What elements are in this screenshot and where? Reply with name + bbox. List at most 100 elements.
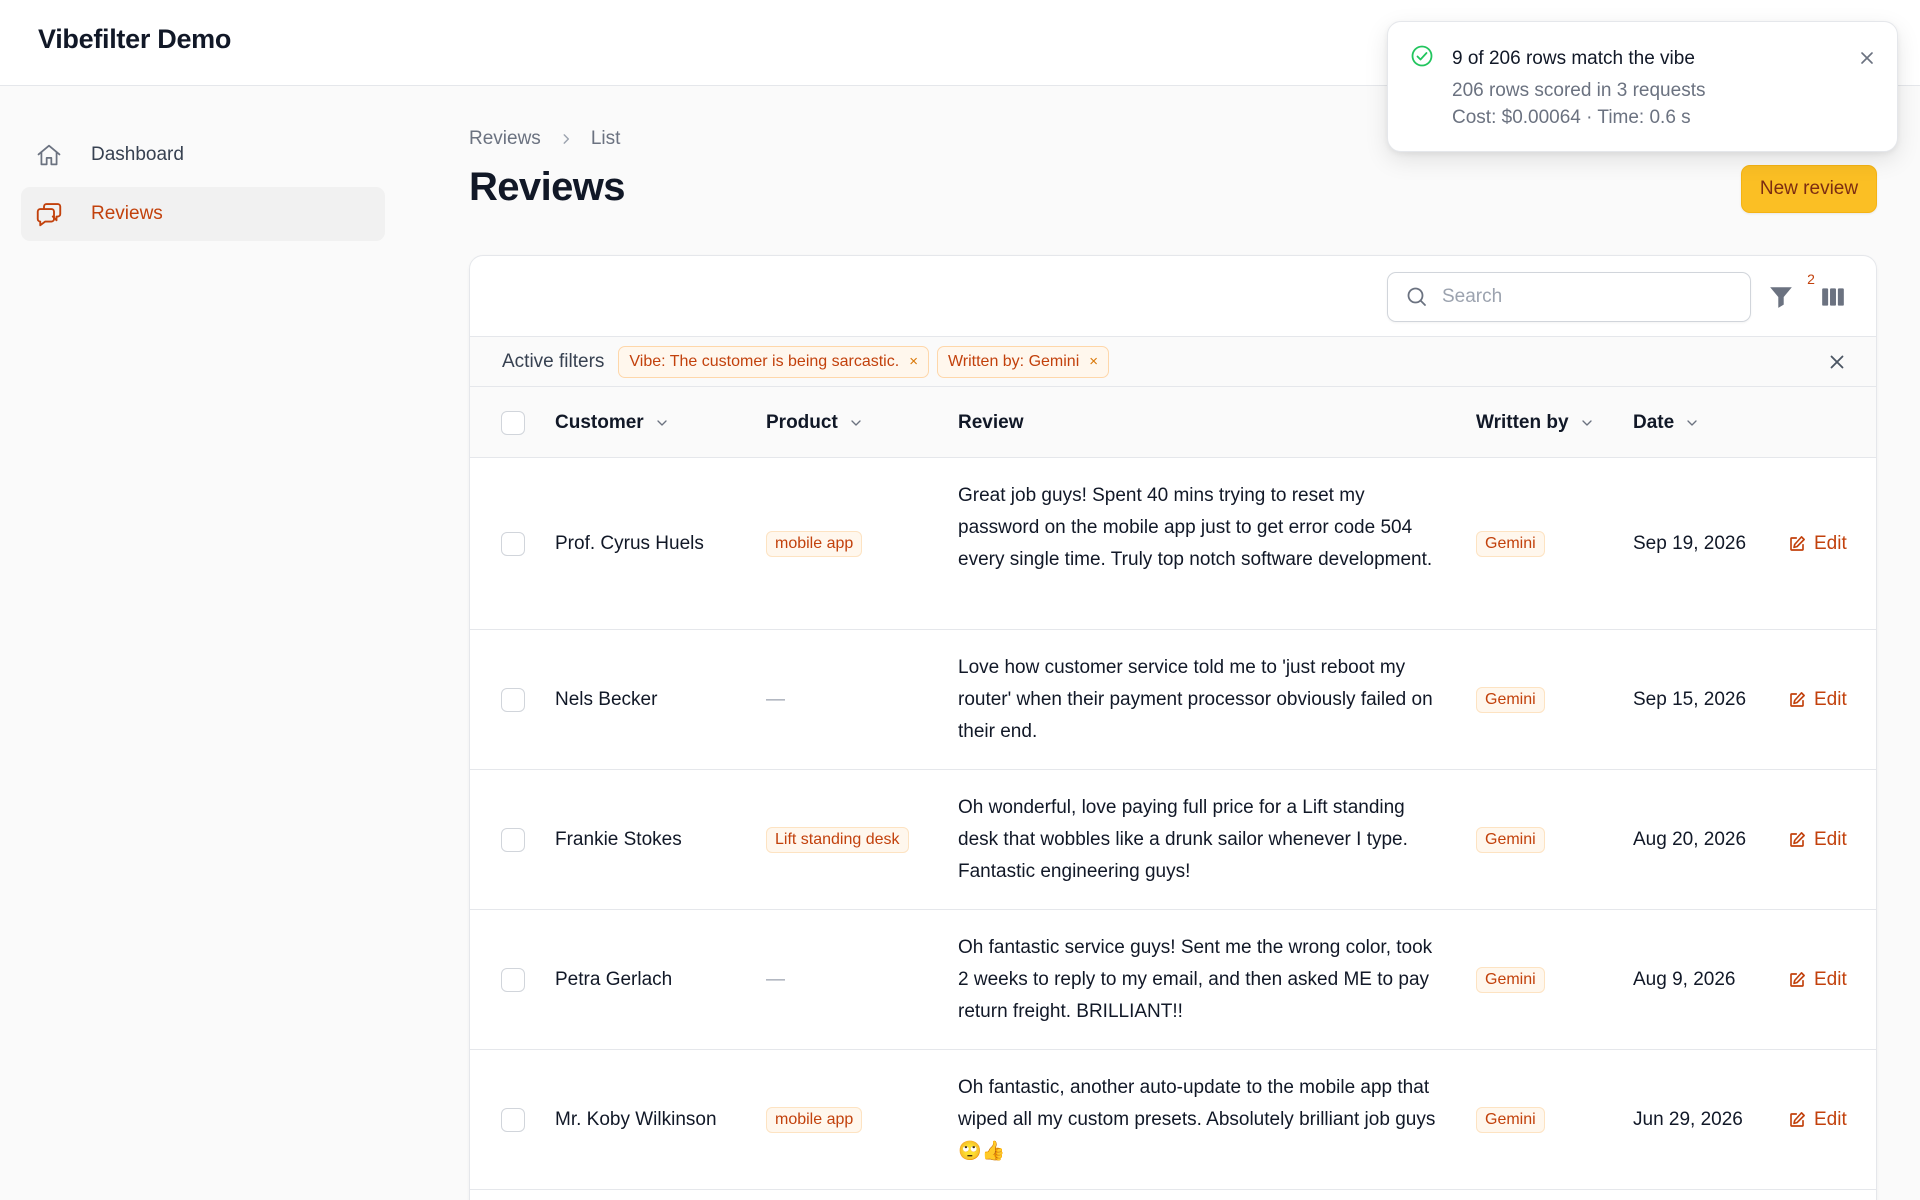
home-icon — [33, 139, 65, 171]
edit-link[interactable]: Edit — [1788, 458, 1847, 630]
review-cell: Oh fantastic service guys! Sent me the w… — [958, 937, 1433, 1022]
customer-cell: Frankie Stokes — [555, 829, 682, 850]
toast-detail-cost: Cost: $0.00064 · Time: 0.6 s — [1452, 107, 1691, 128]
column-label: Written by — [1476, 411, 1569, 433]
row-checkbox[interactable] — [501, 1108, 525, 1132]
clear-filters-icon[interactable] — [1826, 351, 1848, 373]
search-box[interactable] — [1387, 272, 1751, 322]
written-by-badge: Gemini — [1476, 531, 1545, 557]
sidebar-item-label: Reviews — [91, 203, 163, 224]
chevron-down-icon[interactable] — [654, 415, 670, 431]
table-row[interactable]: Frankie Stokes Lift standing desk Oh won… — [470, 770, 1876, 910]
column-label: Review — [958, 411, 1024, 433]
select-all-checkbox[interactable] — [501, 411, 525, 435]
product-badge: Lift standing desk — [766, 827, 909, 853]
edit-link[interactable]: Edit — [1788, 910, 1847, 1050]
chat-bubbles-icon — [33, 198, 65, 230]
written-by-cell: Gemini — [1476, 910, 1545, 1050]
table-toolbar: 2 — [470, 256, 1876, 337]
filter-chip-label: Vibe: The customer is being sarcastic. — [629, 352, 900, 370]
column-header-product[interactable]: Product — [766, 387, 864, 458]
column-header-date[interactable]: Date — [1633, 387, 1700, 458]
review-cell: Oh wonderful, love paying full price for… — [958, 797, 1408, 882]
written-by-cell: Gemini — [1476, 458, 1545, 630]
app-title[interactable]: Vibefilter Demo — [38, 24, 231, 55]
search-input[interactable] — [1442, 286, 1732, 308]
new-review-button[interactable]: New review — [1741, 165, 1877, 213]
date-cell: Aug 20, 2026 — [1633, 829, 1747, 850]
table-row[interactable]: Prof. Cyrus Huels mobile app Great job g… — [470, 458, 1876, 630]
page-title: Reviews — [469, 165, 626, 209]
customer-cell: Petra Gerlach — [555, 969, 673, 990]
review-cell: Love how customer service told me to 'ju… — [958, 657, 1433, 742]
written-by-badge: Gemini — [1476, 1107, 1545, 1133]
written-by-cell: Gemini — [1476, 1050, 1545, 1190]
column-header-written-by[interactable]: Written by — [1476, 387, 1595, 458]
product-badge: mobile app — [766, 1107, 863, 1133]
result-toast: 9 of 206 rows match the vibe 206 rows sc… — [1387, 21, 1898, 152]
sidebar-item-label: Dashboard — [91, 144, 184, 165]
product-cell: — — [766, 630, 785, 770]
edit-icon — [1790, 1112, 1805, 1127]
date-cell: Sep 15, 2026 — [1633, 689, 1747, 710]
close-icon[interactable] — [1857, 48, 1879, 70]
edit-label: Edit — [1814, 533, 1847, 554]
breadcrumb: Reviews List — [469, 128, 620, 150]
sidebar-item-dashboard[interactable]: Dashboard — [21, 128, 385, 182]
customer-cell: Prof. Cyrus Huels — [555, 533, 704, 554]
edit-label: Edit — [1814, 689, 1847, 710]
table-row[interactable]: Nels Becker — Love how customer service … — [470, 630, 1876, 770]
chevron-down-icon[interactable] — [1579, 415, 1595, 431]
toast-detail-rows: 206 rows scored in 3 requests — [1452, 80, 1706, 101]
date-cell: Sep 19, 2026 — [1633, 533, 1747, 554]
table-row[interactable]: Mr. Koby Wilkinson mobile app Oh fantast… — [470, 1050, 1876, 1190]
column-header-customer[interactable]: Customer — [555, 387, 670, 458]
filter-count-badge: 2 — [1807, 271, 1815, 287]
active-filters-label: Active filters — [502, 350, 605, 372]
row-checkbox[interactable] — [501, 828, 525, 852]
filter-chip-vibe: Vibe: The customer is being sarcastic. × — [618, 345, 929, 378]
columns-icon[interactable] — [1820, 284, 1848, 312]
chevron-down-icon[interactable] — [848, 415, 864, 431]
filter-icon[interactable] — [1768, 284, 1796, 312]
edit-icon — [1790, 536, 1805, 551]
reviews-table-card: 2 Active filters Vibe: The customer is b… — [469, 255, 1877, 1200]
edit-link[interactable]: Edit — [1788, 630, 1847, 770]
review-cell: Great job guys! Spent 40 mins trying to … — [958, 485, 1433, 570]
product-badge: mobile app — [766, 531, 863, 557]
review-cell: Oh fantastic, another auto-update to the… — [958, 1077, 1436, 1162]
column-label: Customer — [555, 411, 644, 433]
filter-chip-written-by: Written by: Gemini × — [936, 345, 1110, 378]
check-circle-icon — [1410, 44, 1436, 70]
written-by-badge: Gemini — [1476, 967, 1545, 993]
table-header: Customer Product Review Written by Date — [470, 387, 1876, 458]
written-by-cell: Gemini — [1476, 630, 1545, 770]
chevron-down-icon[interactable] — [1684, 415, 1700, 431]
product-cell: Lift standing desk — [766, 770, 909, 910]
breadcrumb-item-reviews[interactable]: Reviews — [469, 128, 541, 150]
row-checkbox[interactable] — [501, 532, 525, 556]
customer-cell: Nels Becker — [555, 689, 658, 710]
sidebar-item-reviews[interactable]: Reviews — [21, 187, 385, 241]
column-label: Date — [1633, 411, 1675, 433]
edit-link[interactable]: Edit — [1788, 1050, 1847, 1190]
row-checkbox[interactable] — [501, 968, 525, 992]
remove-filter-icon[interactable]: × — [1089, 353, 1098, 370]
column-header-review: Review — [958, 387, 1023, 458]
filter-chip-label: Written by: Gemini — [947, 352, 1080, 370]
edit-label: Edit — [1814, 1109, 1847, 1130]
row-checkbox[interactable] — [501, 688, 525, 712]
empty-product: — — [766, 689, 785, 710]
date-cell: Jun 29, 2026 — [1633, 1109, 1743, 1130]
search-icon — [1404, 284, 1430, 310]
edit-link[interactable]: Edit — [1788, 770, 1847, 910]
product-cell: mobile app — [766, 1050, 863, 1190]
edit-label: Edit — [1814, 969, 1847, 990]
chevron-right-icon — [559, 132, 573, 146]
remove-filter-icon[interactable]: × — [909, 353, 918, 370]
table-row[interactable]: Petra Gerlach — Oh fantastic service guy… — [470, 910, 1876, 1050]
written-by-badge: Gemini — [1476, 687, 1545, 713]
written-by-badge: Gemini — [1476, 827, 1545, 853]
edit-icon — [1790, 972, 1805, 987]
breadcrumb-item-list: List — [590, 128, 621, 149]
